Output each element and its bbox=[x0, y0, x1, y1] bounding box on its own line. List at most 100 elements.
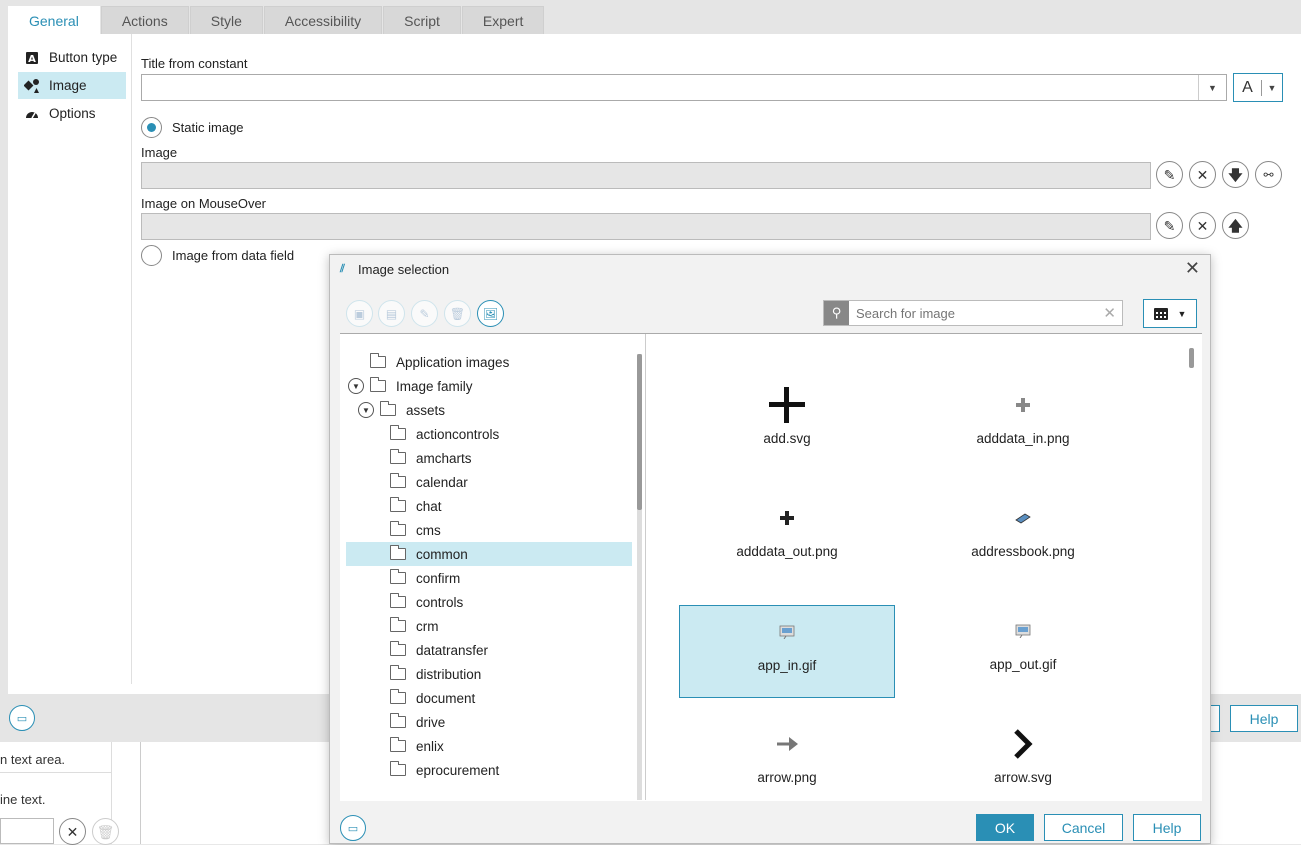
image-tile-name: add.svg bbox=[763, 431, 811, 446]
grid-scrollbar[interactable] bbox=[1189, 348, 1194, 800]
close-icon[interactable]: ✕ bbox=[1185, 259, 1200, 277]
tab-actions[interactable]: Actions bbox=[100, 6, 189, 34]
image-mouseover-label: Image on MouseOver bbox=[141, 196, 267, 211]
image-clear-button[interactable]: ✕ bbox=[1189, 161, 1216, 188]
tree-item[interactable]: distribution bbox=[390, 662, 634, 686]
image-mouseover-field[interactable] bbox=[141, 213, 1151, 240]
chevron-down-icon[interactable]: ▼ bbox=[348, 378, 364, 394]
sidebar-item-image[interactable]: Image bbox=[18, 72, 126, 99]
sidebar-item-label: Button type bbox=[49, 50, 118, 65]
static-image-radio[interactable] bbox=[141, 117, 162, 138]
background-clear-button[interactable]: ✕ bbox=[59, 818, 86, 845]
main-layout-button[interactable]: ▭ bbox=[9, 705, 35, 731]
grid-scroll-thumb[interactable] bbox=[1189, 348, 1194, 368]
mouseover-clear-button[interactable]: ✕ bbox=[1189, 212, 1216, 239]
image-gallery-button[interactable]: 🖼 bbox=[477, 300, 504, 327]
app-icon bbox=[1015, 605, 1031, 657]
image-tile[interactable]: adddata_out.png bbox=[679, 492, 895, 585]
folder-icon bbox=[380, 401, 396, 416]
new-folder-button[interactable]: ▣ bbox=[346, 300, 373, 327]
folder-icon bbox=[390, 713, 406, 728]
tree-item[interactable]: chat bbox=[390, 494, 634, 518]
help-button[interactable]: Help bbox=[1133, 814, 1201, 841]
mouseover-edit-button[interactable]: ✎ bbox=[1156, 212, 1183, 239]
tree-item[interactable]: amcharts bbox=[390, 446, 634, 470]
background-text-2: ine text. bbox=[0, 792, 46, 807]
tree-item[interactable]: enlix bbox=[390, 734, 634, 758]
chevron-down-icon: ▼ bbox=[1177, 308, 1187, 319]
tree-item-label: chat bbox=[416, 498, 442, 514]
chevron-right-icon bbox=[1012, 718, 1034, 770]
ok-button[interactable]: OK bbox=[976, 814, 1034, 841]
clear-search-icon[interactable]: ✕ bbox=[1103, 304, 1116, 322]
search-input[interactable] bbox=[854, 303, 1094, 323]
tab-style[interactable]: Style bbox=[189, 6, 263, 34]
tree-item[interactable]: ▼ assets bbox=[358, 398, 634, 422]
tree-item[interactable]: confirm bbox=[390, 566, 634, 590]
main-help-button[interactable]: Help bbox=[1230, 705, 1298, 732]
tree-item[interactable]: eprocurement bbox=[390, 758, 634, 782]
sidebar-item-options[interactable]: Options bbox=[18, 100, 126, 127]
delete-image-button[interactable]: 🗑 bbox=[444, 300, 471, 327]
tree-item-label: eprocurement bbox=[416, 762, 500, 778]
tree-scroll-thumb[interactable] bbox=[637, 354, 642, 510]
image-preview-button[interactable]: ⚯ bbox=[1255, 161, 1282, 188]
image-download-button[interactable]: 🡇 bbox=[1222, 161, 1249, 188]
tree-item[interactable]: actioncontrols bbox=[390, 422, 634, 446]
tree-item[interactable]: cms bbox=[390, 518, 634, 542]
cancel-button[interactable]: Cancel bbox=[1044, 814, 1123, 841]
image-tile[interactable]: adddata_in.png bbox=[915, 379, 1131, 472]
font-format-button[interactable]: A ▼ bbox=[1233, 73, 1283, 102]
image-field[interactable] bbox=[141, 162, 1151, 189]
tree-item[interactable]: ▼ Image family bbox=[348, 374, 634, 398]
mouseover-upload-button[interactable]: 🡅 bbox=[1222, 212, 1249, 239]
tree-scrollbar[interactable] bbox=[637, 354, 642, 800]
folder-icon bbox=[390, 545, 406, 560]
image-tile[interactable]: app_in.gif bbox=[679, 605, 895, 698]
image-tile[interactable]: add.svg bbox=[679, 379, 895, 472]
dialog-layout-button[interactable]: ▭ bbox=[340, 815, 366, 841]
tree-item[interactable]: drive bbox=[390, 710, 634, 734]
image-tile[interactable]: arrow.svg bbox=[915, 718, 1131, 800]
image-tile[interactable]: addressbook.png bbox=[915, 492, 1131, 585]
folder-icon bbox=[390, 497, 406, 512]
tree-item[interactable]: datatransfer bbox=[390, 638, 634, 662]
title-constant-combo[interactable]: ▼ bbox=[141, 74, 1227, 101]
image-tile-name: app_in.gif bbox=[757, 658, 817, 673]
app-logo-icon: ⫽ bbox=[340, 263, 345, 275]
tree-item[interactable]: crm bbox=[390, 614, 634, 638]
edit-image-button[interactable]: ✎ bbox=[411, 300, 438, 327]
image-from-field-radio[interactable] bbox=[141, 245, 162, 266]
tab-expert[interactable]: Expert bbox=[461, 6, 545, 34]
add-image-button[interactable]: ▤ bbox=[378, 300, 405, 327]
close-icon: ✕ bbox=[1196, 166, 1209, 183]
background-delete-button[interactable]: 🗑 bbox=[92, 818, 119, 845]
tree-item-label: calendar bbox=[416, 474, 468, 490]
image-tile[interactable]: add.png bbox=[915, 334, 1131, 359]
image-shapes-icon bbox=[24, 78, 40, 94]
image-tile[interactable]: app_out.gif bbox=[915, 605, 1131, 698]
view-mode-button[interactable]: ▼ bbox=[1143, 299, 1197, 328]
chevron-down-icon[interactable]: ▼ bbox=[358, 402, 374, 418]
radio-dot bbox=[147, 123, 156, 132]
tab-accessibility[interactable]: Accessibility bbox=[263, 6, 383, 34]
chevron-down-icon[interactable]: ▼ bbox=[1198, 75, 1226, 100]
tree-item[interactable]: calendar bbox=[390, 470, 634, 494]
sidebar-item-button-type[interactable]: A Button type bbox=[18, 44, 126, 71]
image-from-field-label: Image from data field bbox=[172, 248, 295, 263]
tree-item[interactable]: document bbox=[390, 686, 634, 710]
tree-item-label: drive bbox=[416, 714, 446, 730]
arrow-up-icon: 🡅 bbox=[1228, 217, 1243, 234]
image-tile[interactable]: actions-remove-medium-thin.png bbox=[679, 334, 895, 359]
close-icon: ✕ bbox=[1196, 217, 1209, 234]
tree-item[interactable]: Application images bbox=[370, 350, 634, 374]
tab-script[interactable]: Script bbox=[383, 6, 461, 34]
image-tile[interactable]: arrow.png bbox=[679, 718, 895, 800]
tree-item[interactable]: common bbox=[346, 542, 632, 566]
font-a-icon: A bbox=[1234, 79, 1262, 96]
background-input[interactable] bbox=[0, 818, 54, 844]
image-edit-button[interactable]: ✎ bbox=[1156, 161, 1183, 188]
window-icon: ▭ bbox=[16, 712, 28, 725]
tree-item[interactable]: controls bbox=[390, 590, 634, 614]
tab-general[interactable]: General bbox=[8, 6, 100, 34]
